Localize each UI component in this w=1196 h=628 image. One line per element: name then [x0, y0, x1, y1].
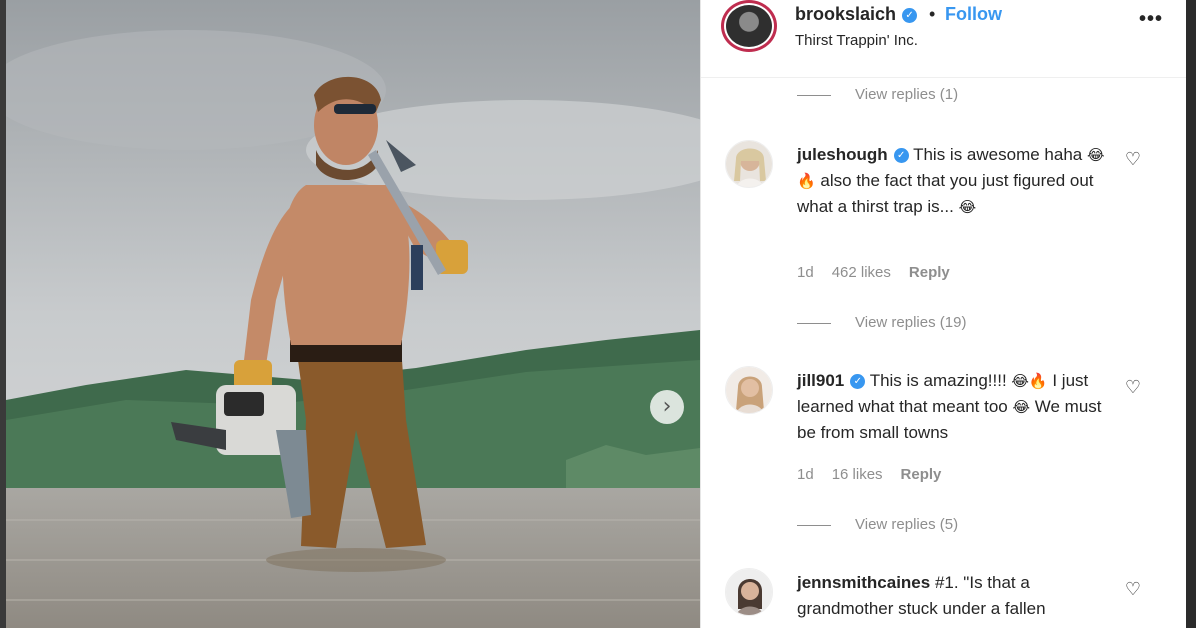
comment-text: jennsmithcaines #1. "Is that a grandmoth… [797, 570, 1107, 622]
author-username[interactable]: brookslaich ✓ [795, 4, 918, 25]
laughing-emoji-icon: 😂 [1012, 398, 1031, 416]
view-replies-label[interactable]: View replies (19) [855, 314, 966, 331]
view-replies-button[interactable]: View replies (1) [797, 86, 958, 103]
reply-button[interactable]: Reply [909, 264, 950, 281]
comment-body: This is amazing!!!! [869, 371, 1012, 390]
commenter-username[interactable]: jennsmithcaines [797, 573, 930, 592]
author-avatar[interactable] [721, 0, 777, 52]
verified-badge-icon: ✓ [902, 8, 918, 23]
header-dot-separator: • [929, 4, 936, 24]
photo-illustration [6, 0, 700, 628]
commenter-avatar[interactable] [725, 568, 773, 616]
replies-divider [797, 322, 831, 324]
comment-meta: 1d 462 likes Reply [797, 264, 950, 281]
commenter-avatar[interactable] [725, 366, 773, 414]
comment-age[interactable]: 1d [797, 466, 814, 483]
view-replies-button[interactable]: View replies (19) [797, 314, 966, 331]
reply-button[interactable]: Reply [901, 466, 942, 483]
right-background-strip [1186, 0, 1196, 628]
commenter-username[interactable]: jill901 [797, 371, 844, 390]
author-username-text[interactable]: brookslaich [795, 4, 896, 24]
commenter-avatar[interactable] [725, 140, 773, 188]
like-comment-heart-icon[interactable]: ♡ [1123, 150, 1143, 170]
like-comment-heart-icon[interactable]: ♡ [1123, 580, 1143, 600]
view-replies-label[interactable]: View replies (5) [855, 516, 958, 533]
replies-divider [797, 524, 831, 526]
comment-body: also the fact that you just figured out … [797, 171, 1094, 216]
comment-likes[interactable]: 462 likes [832, 264, 891, 281]
follow-button[interactable]: Follow [945, 4, 1002, 25]
comment-meta: 1d 16 likes Reply [797, 466, 941, 483]
comment-text: juleshough ✓ This is awesome haha 😂🔥 also… [797, 142, 1107, 220]
comments-panel: brookslaich ✓ • Follow Thirst Trappin' In… [700, 0, 1186, 628]
post-header: brookslaich ✓ • Follow Thirst Trappin' In… [701, 0, 1186, 78]
view-replies-label[interactable]: View replies (1) [855, 86, 958, 103]
commenter-username[interactable]: juleshough [797, 145, 888, 164]
more-options-icon[interactable]: ••• [1139, 8, 1163, 31]
comment-likes[interactable]: 16 likes [832, 466, 883, 483]
comment-age[interactable]: 1d [797, 264, 814, 281]
post-photo [6, 0, 700, 628]
comment-body: This is awesome haha [913, 145, 1087, 164]
verified-badge-icon: ✓ [893, 148, 909, 163]
replies-divider [797, 94, 831, 96]
laughing-emoji-icon: 😂 [958, 198, 977, 216]
like-comment-heart-icon[interactable]: ♡ [1123, 378, 1143, 398]
next-image-button[interactable]: › [650, 390, 684, 424]
post-location[interactable]: Thirst Trappin' Inc. [795, 32, 918, 49]
verified-badge-icon: ✓ [850, 374, 866, 389]
laughing-fire-emoji-icon: 😂🔥 [1011, 372, 1048, 390]
comment-text: jill901 ✓ This is amazing!!!! 😂🔥 I just l… [797, 368, 1107, 446]
view-replies-button[interactable]: View replies (5) [797, 516, 958, 533]
